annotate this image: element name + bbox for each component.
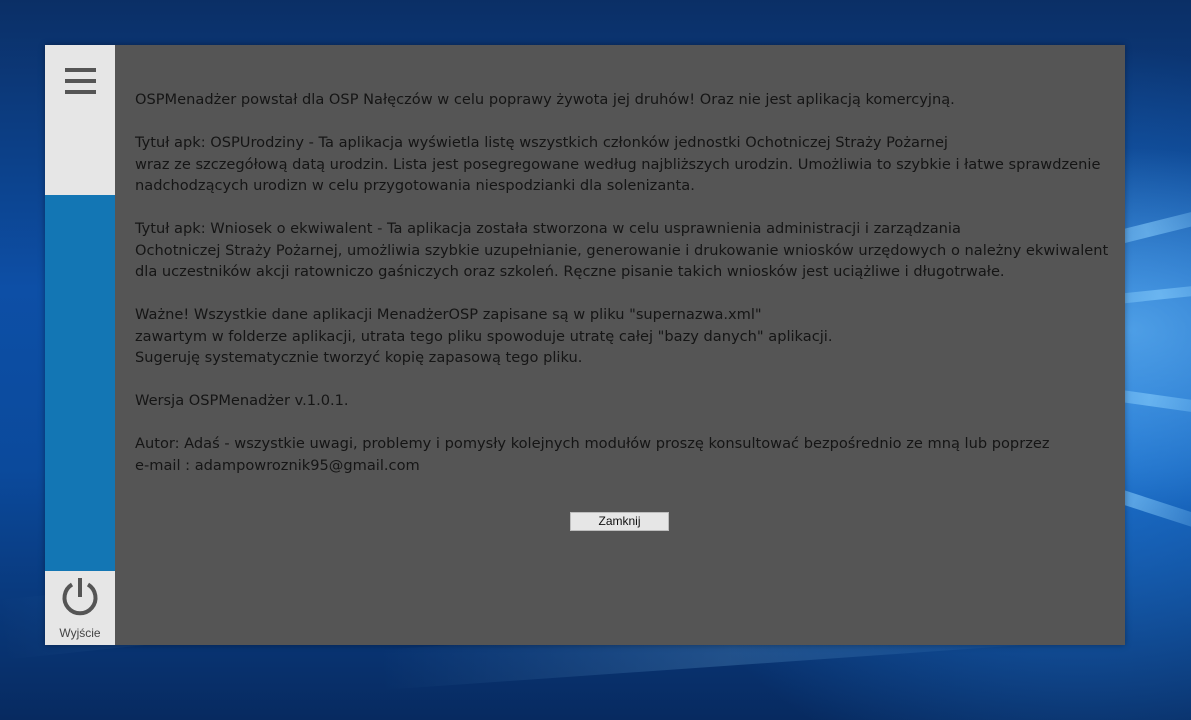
- app-window: Wyjście OSPMenadżer powstał dla OSP Nałę…: [45, 45, 1125, 645]
- exit-button[interactable]: Wyjście: [45, 571, 115, 645]
- warning-line: Sugeruję systematycznie tworzyć kopię za…: [135, 349, 583, 366]
- app1-description-line: wraz ze szczegółową datą urodzin. Lista …: [135, 155, 1101, 173]
- warning-line: zawartym w folderze aplikacji, utrata te…: [135, 327, 833, 345]
- close-button[interactable]: Zamknij: [570, 512, 669, 531]
- exit-label: Wyjście: [59, 626, 101, 640]
- version-text: Wersja OSPMenadżer v.1.0.1.: [135, 392, 349, 409]
- app2-description-line: dla uczestników akcji ratowniczo gaśnicz…: [135, 263, 1005, 280]
- app2-description-line: Tytuł apk: Wniosek o ekwiwalent - Ta apl…: [135, 220, 961, 237]
- hamburger-menu-icon: [65, 68, 96, 94]
- warning-line: Ważne! Wszystkie dane aplikacji Menadżer…: [135, 306, 762, 323]
- about-text: OSPMenadżer powstał dla OSP Nałęczów w c…: [135, 89, 1109, 476]
- app2-description-line: Ochotniczej Straży Pożarnej, umożliwia s…: [135, 241, 1109, 259]
- menu-button[interactable]: [45, 45, 115, 195]
- app1-description-line: nadchodzących urodizn w celu przygotowan…: [135, 177, 695, 194]
- intro-text: OSPMenadżer powstał dla OSP Nałęczów w c…: [135, 91, 955, 108]
- author-email: e-mail : adampowroznik95@gmail.com: [135, 456, 420, 474]
- app1-description-line: Tytuł apk: OSPUrodziny - Ta aplikacja wy…: [135, 134, 948, 151]
- author-line: Autor: Adaś - wszystkie uwagi, problemy …: [135, 435, 1050, 452]
- sidebar: Wyjście: [45, 45, 115, 645]
- power-icon: [62, 578, 98, 616]
